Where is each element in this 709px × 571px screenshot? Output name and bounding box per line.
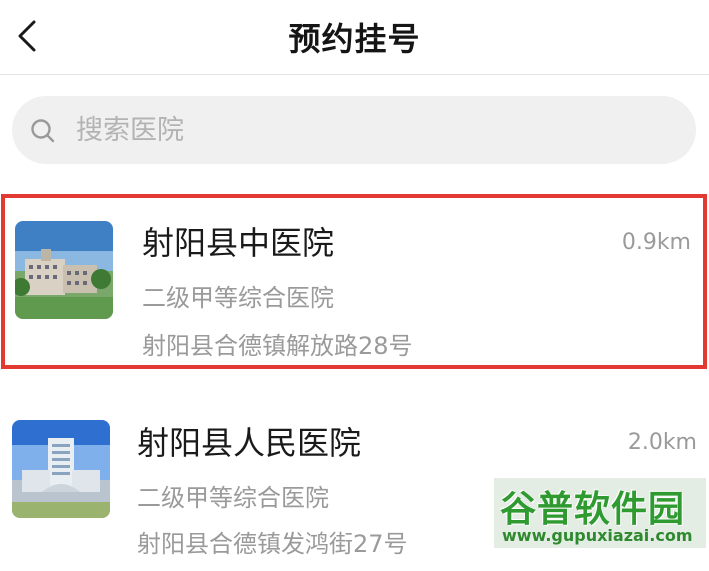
search-icon: [31, 119, 55, 143]
watermark-brand: 谷普软件园: [500, 489, 686, 530]
page-title: 预约挂号: [288, 20, 421, 58]
hospital-card[interactable]: 射阳县中医院 二级甲等综合医院 射阳县合德镇解放路28号 0.9km: [1, 194, 707, 369]
hospital-name: 射阳县中医院: [142, 224, 335, 262]
top-nav-bar: 预约挂号: [0, 0, 709, 75]
hospital-address: 射阳县合德镇解放路28号: [142, 332, 413, 360]
hospital-name: 射阳县人民医院: [137, 424, 362, 462]
hospital-address: 射阳县合德镇发鸿街27号: [137, 530, 408, 558]
search-bar[interactable]: [12, 96, 696, 164]
watermark-url: www.gupuxiazai.com: [502, 526, 693, 545]
hospital-photo: [12, 420, 110, 518]
watermark-logo: 谷普软件园 www.gupuxiazai.com: [494, 478, 706, 548]
hospital-distance: 0.9km: [621, 230, 691, 255]
hospital-level: 二级甲等综合医院: [137, 484, 329, 512]
search-input[interactable]: [76, 110, 676, 150]
hospital-photo: [15, 221, 113, 319]
hospital-distance: 2.0km: [627, 430, 697, 455]
hospital-level: 二级甲等综合医院: [142, 284, 334, 312]
